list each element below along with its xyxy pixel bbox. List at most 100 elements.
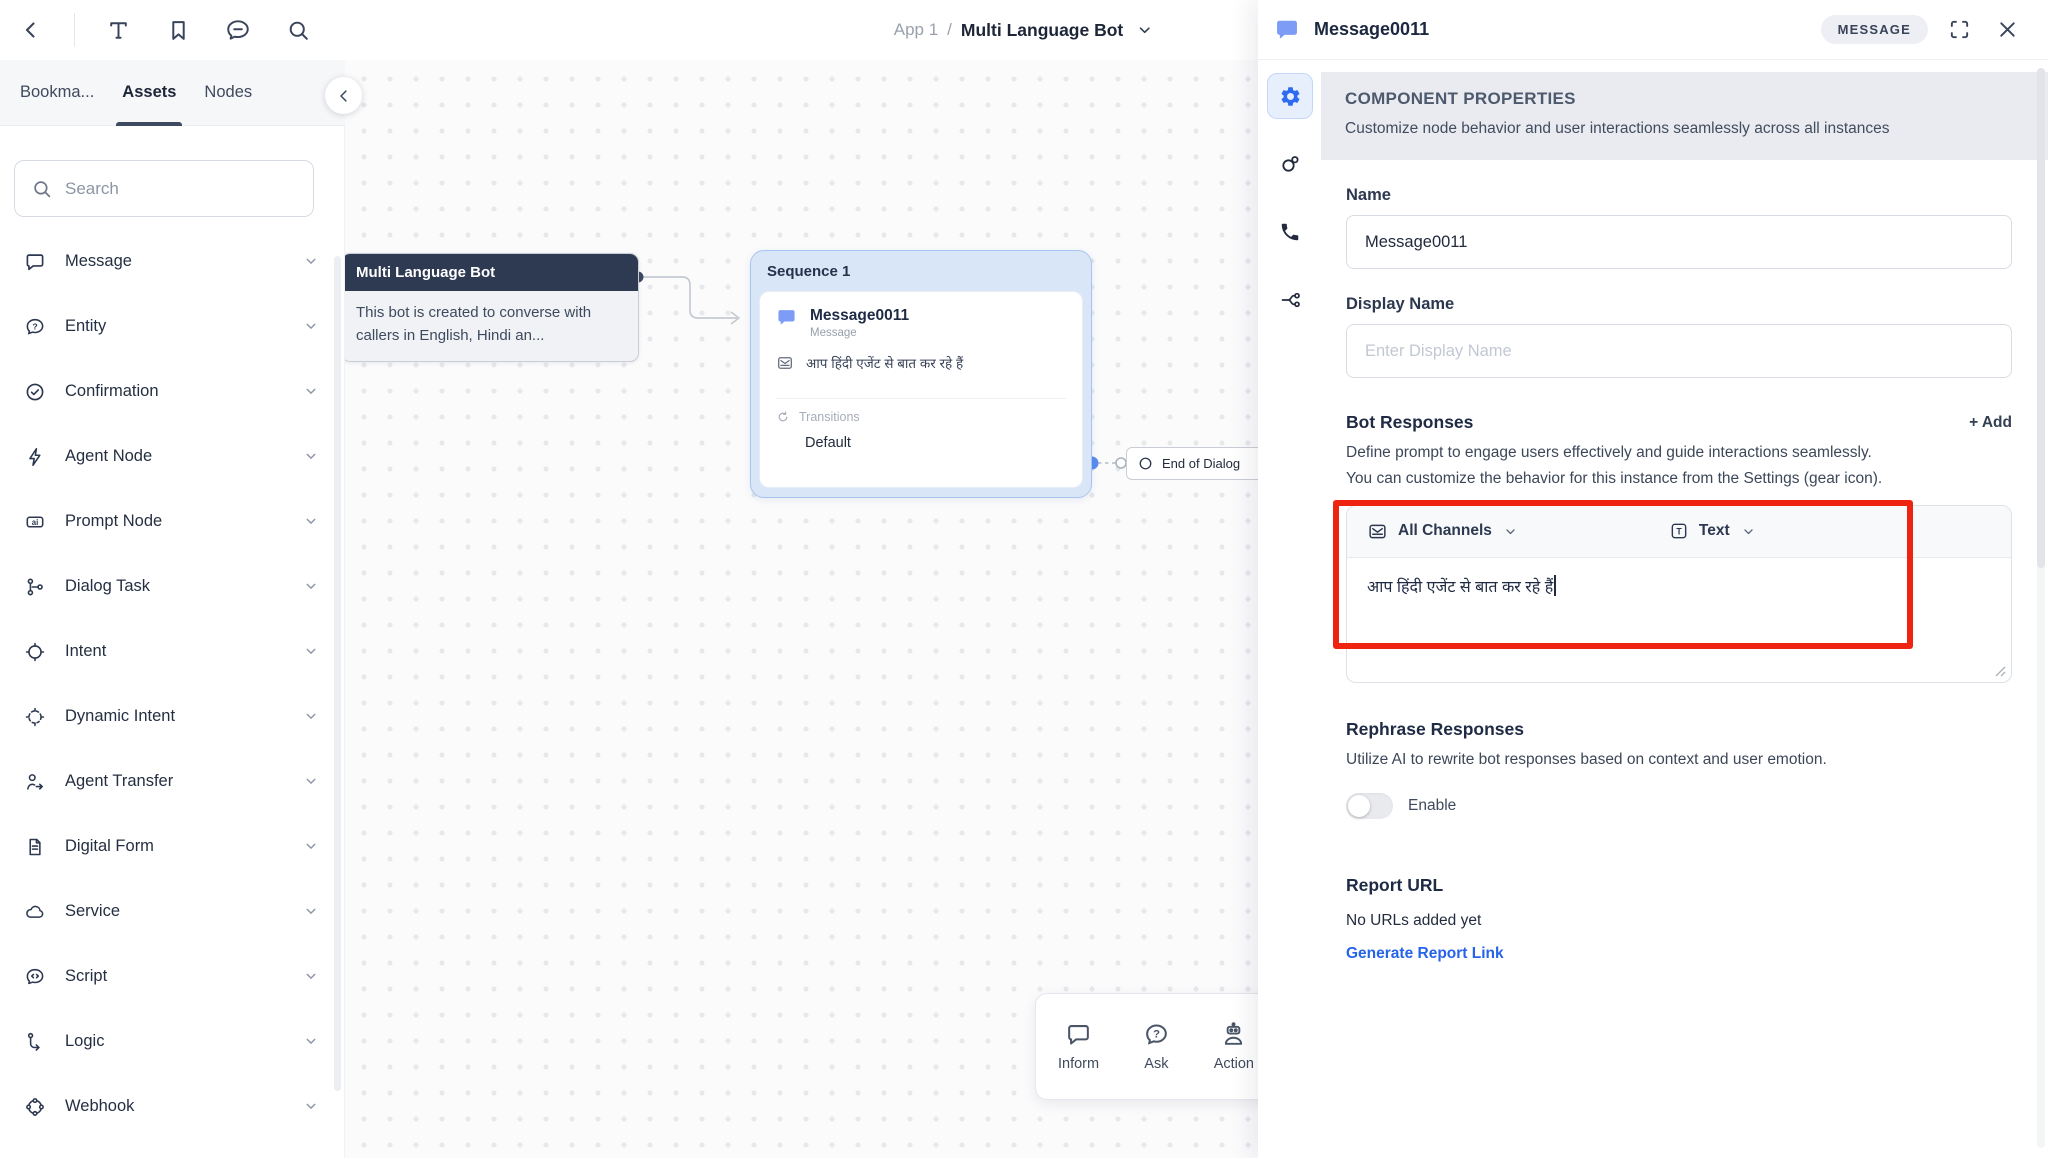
chevron-down-icon: [1740, 522, 1757, 540]
chevron-down-icon: [1502, 522, 1519, 540]
chevron-down-icon[interactable]: [302, 512, 320, 530]
sidebar-item-digital-form[interactable]: Digital Form: [0, 814, 344, 879]
bookmark-button[interactable]: [161, 13, 195, 47]
message-bubble-icon: [776, 307, 797, 328]
node-type-badge: MESSAGE: [1821, 15, 1928, 44]
sidebar-item-script[interactable]: Script: [0, 944, 344, 1009]
sidebar-item-logic[interactable]: Logic: [0, 1009, 344, 1074]
sidebar-item-dialog-task[interactable]: Dialog Task: [0, 554, 344, 619]
tab-connections[interactable]: [1267, 277, 1313, 323]
back-button[interactable]: [14, 13, 48, 47]
action-icon: [1220, 1021, 1247, 1048]
ask-button[interactable]: Ask: [1143, 1021, 1170, 1072]
sidebar-item-confirmation[interactable]: Confirmation: [0, 359, 344, 424]
sequence-group-node[interactable]: Sequence 1 Message0011 Message आप हिंदी …: [750, 250, 1092, 498]
sidebar-scrollbar[interactable]: [334, 256, 341, 1091]
breadcrumb-separator: /: [947, 20, 952, 40]
search-button[interactable]: [281, 13, 315, 47]
sidebar-item-service[interactable]: Service: [0, 879, 344, 944]
display-name-field[interactable]: [1346, 324, 2012, 378]
chevron-down-icon[interactable]: [302, 317, 320, 335]
bot-responses-title: Bot Responses: [1346, 412, 1969, 433]
sidebar-item-agent-transfer[interactable]: Agent Transfer: [0, 749, 344, 814]
sidebar-item-agent-node[interactable]: Agent Node: [0, 424, 344, 489]
comment-button[interactable]: [221, 13, 255, 47]
generate-report-link[interactable]: Generate Report Link: [1346, 945, 2012, 963]
chevron-down-icon[interactable]: [302, 902, 320, 920]
agent-transfer-icon: [24, 771, 46, 793]
breadcrumb-app[interactable]: App 1: [894, 20, 938, 40]
dynamic-intent-icon: [24, 706, 46, 728]
resize-handle[interactable]: [1994, 665, 2006, 677]
chevron-down-icon[interactable]: [302, 382, 320, 400]
gear-icon: [1279, 85, 1302, 108]
close-icon[interactable]: [1990, 13, 2024, 47]
prompt-node-icon: [24, 511, 46, 533]
name-label: Name: [1346, 186, 2012, 205]
rephrase-title: Rephrase Responses: [1346, 719, 2012, 740]
tab-instance-properties[interactable]: [1267, 141, 1313, 187]
rephrase-enable-toggle[interactable]: [1346, 793, 1393, 819]
chevron-down-icon[interactable]: [302, 642, 320, 660]
phone-icon: [1279, 221, 1301, 243]
response-text-area[interactable]: आप हिंदी एजेंट से बात कर रहे हैं: [1347, 558, 2011, 614]
chevron-down-icon[interactable]: [302, 967, 320, 985]
sidebar-item-dynamic-intent[interactable]: Dynamic Intent: [0, 684, 344, 749]
sidebar-item-prompt-node[interactable]: Prompt Node: [0, 489, 344, 554]
section-header: COMPONENT PROPERTIES Customize node beha…: [1321, 72, 2048, 160]
text-tool-button[interactable]: [101, 13, 135, 47]
chevron-down-icon[interactable]: [302, 837, 320, 855]
ask-icon: [1143, 1021, 1170, 1048]
sidebar-item-intent[interactable]: Intent: [0, 619, 344, 684]
bot-root-node[interactable]: Multi Language Bot This bot is created t…: [345, 253, 639, 362]
top-bar: App 1 / Multi Language Bot: [0, 0, 1258, 60]
bot-node-description: This bot is created to converse with cal…: [345, 291, 638, 361]
sidebar-item-message[interactable]: Message: [0, 229, 344, 294]
inform-button[interactable]: Inform: [1058, 1021, 1099, 1072]
sidebar-collapse-button[interactable]: [325, 77, 362, 114]
channel-dropdown[interactable]: All Channels: [1367, 521, 1519, 542]
tab-nodes[interactable]: Nodes: [190, 60, 266, 126]
sidebar-item-entity[interactable]: Entity: [0, 294, 344, 359]
dialog-task-icon: [24, 576, 46, 598]
tab-bookmarks[interactable]: Bookma...: [6, 60, 108, 126]
webhook-icon: [24, 1096, 46, 1118]
tab-voice-properties[interactable]: [1267, 209, 1313, 255]
transition-default[interactable]: Default: [805, 435, 1066, 451]
response-editor: All Channels Text आप हिंदी एजेंट से बात …: [1346, 505, 2012, 683]
name-field[interactable]: [1346, 215, 2012, 269]
expand-icon[interactable]: [1942, 13, 1976, 47]
properties-panel: Message0011 MESSAGE COMPONENT PROPERTIES…: [1258, 0, 2048, 1158]
tab-component-properties[interactable]: [1267, 73, 1313, 119]
chevron-down-icon[interactable]: [302, 577, 320, 595]
search-input[interactable]: [65, 179, 297, 199]
panel-header: Message0011 MESSAGE: [1258, 0, 2048, 60]
action-button[interactable]: Action: [1214, 1021, 1254, 1072]
chevron-down-icon[interactable]: [302, 252, 320, 270]
add-response-button[interactable]: + Add: [1969, 414, 2012, 432]
text-format-icon: [1669, 521, 1689, 541]
end-of-dialog-node[interactable]: End of Dialog: [1126, 447, 1258, 480]
sidebar-tabstrip: Bookma... Assets Nodes: [0, 60, 345, 126]
bot-node-title: Multi Language Bot: [345, 254, 638, 291]
breadcrumb-current[interactable]: Multi Language Bot: [961, 20, 1123, 41]
message-bubble-icon: [1274, 17, 1300, 43]
channels-icon: [1367, 521, 1388, 542]
text-caret: [1554, 575, 1556, 596]
format-dropdown[interactable]: Text: [1669, 521, 1757, 541]
chevron-down-icon[interactable]: [302, 447, 320, 465]
sidebar-item-webhook[interactable]: Webhook: [0, 1074, 344, 1139]
message-icon: [24, 251, 46, 273]
section-description: Customize node behavior and user interac…: [1345, 118, 1975, 140]
tab-assets[interactable]: Assets: [108, 60, 190, 126]
panel-scrollbar[interactable]: [2037, 68, 2045, 1148]
flow-canvas[interactable]: Multi Language Bot This bot is created t…: [345, 60, 1258, 1158]
chevron-down-icon[interactable]: [302, 772, 320, 790]
message-node-card[interactable]: Message0011 Message आप हिंदी एजेंट से बा…: [759, 291, 1083, 488]
panel-content: COMPONENT PROPERTIES Customize node beha…: [1321, 60, 2048, 1158]
chevron-down-icon[interactable]: [302, 707, 320, 725]
chevron-down-icon[interactable]: [302, 1097, 320, 1115]
loop-icon: [1278, 152, 1302, 176]
chevron-down-icon[interactable]: [1134, 20, 1154, 40]
chevron-down-icon[interactable]: [302, 1032, 320, 1050]
